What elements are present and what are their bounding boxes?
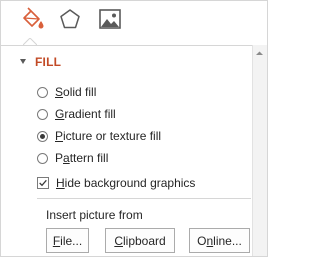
pane-tab-bar — [1, 1, 267, 37]
gradient-fill-option[interactable]: Gradient fill — [37, 106, 116, 122]
section-title: FILL — [35, 55, 62, 69]
pentagon-icon — [60, 9, 80, 29]
picture-texture-fill-label: Picture or texture fill — [55, 129, 162, 143]
picture-texture-fill-radio[interactable] — [37, 130, 48, 142]
paint-bucket-icon — [23, 7, 44, 29]
hide-background-checkbox[interactable] — [37, 177, 49, 189]
hide-background-option[interactable]: Hide background graphics — [37, 175, 195, 191]
insert-picture-label: Insert picture from — [46, 208, 143, 222]
gradient-fill-label: Gradient fill — [55, 107, 116, 121]
pattern-fill-radio[interactable] — [37, 152, 48, 164]
collapse-triangle-icon — [20, 59, 26, 64]
checkmark-icon — [39, 179, 47, 187]
picture-texture-fill-option[interactable]: Picture or texture fill — [37, 128, 161, 144]
file-button[interactable]: File... — [46, 228, 89, 253]
scroll-up-arrow-icon[interactable] — [255, 49, 264, 58]
section-separator — [37, 198, 251, 199]
tab-picture[interactable] — [96, 4, 124, 34]
tab-effects[interactable] — [56, 4, 84, 34]
pattern-fill-label: Pattern fill — [55, 151, 109, 165]
fill-section-header[interactable]: FILL — [19, 55, 61, 69]
format-background-pane: FILL Solid fill Gradient fill Picture or… — [0, 0, 268, 257]
tab-bar-divider — [1, 45, 253, 46]
online-button[interactable]: On line... — [189, 228, 250, 253]
hide-background-label: Hide background graphics — [56, 176, 196, 190]
gradient-fill-radio[interactable] — [37, 108, 48, 120]
picture-icon — [99, 9, 121, 29]
solid-fill-radio[interactable] — [37, 86, 48, 98]
pattern-fill-option[interactable]: Pattern fill — [37, 150, 108, 166]
tab-fill-line[interactable] — [19, 4, 47, 34]
solid-fill-label: Solid fill — [55, 85, 97, 99]
clipboard-button[interactable]: Clipboard — [105, 228, 175, 253]
solid-fill-option[interactable]: Solid fill — [37, 84, 96, 100]
vertical-scrollbar[interactable] — [252, 45, 267, 256]
